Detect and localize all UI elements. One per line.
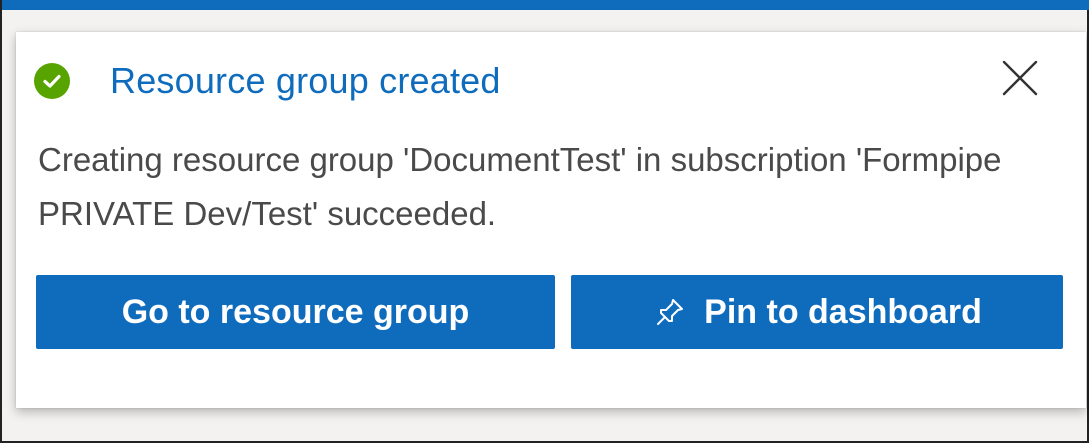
close-icon <box>1000 58 1040 103</box>
go-to-resource-group-button[interactable]: Go to resource group <box>36 275 555 349</box>
go-to-resource-group-label: Go to resource group <box>121 292 470 331</box>
window-frame: Resource group created Creating resource… <box>0 0 1089 443</box>
pin-to-dashboard-button[interactable]: Pin to dashboard <box>571 275 1063 349</box>
notification-title: Resource group created <box>110 60 501 101</box>
checkmark-circle-icon <box>34 63 70 99</box>
notification-message: Creating resource group 'DocumentTest' i… <box>38 141 1002 232</box>
top-accent-bar <box>2 0 1089 10</box>
pin-to-dashboard-label: Pin to dashboard <box>704 292 982 331</box>
close-button[interactable] <box>996 56 1044 104</box>
pin-icon <box>652 294 688 330</box>
notification-header: Resource group created <box>34 60 501 102</box>
